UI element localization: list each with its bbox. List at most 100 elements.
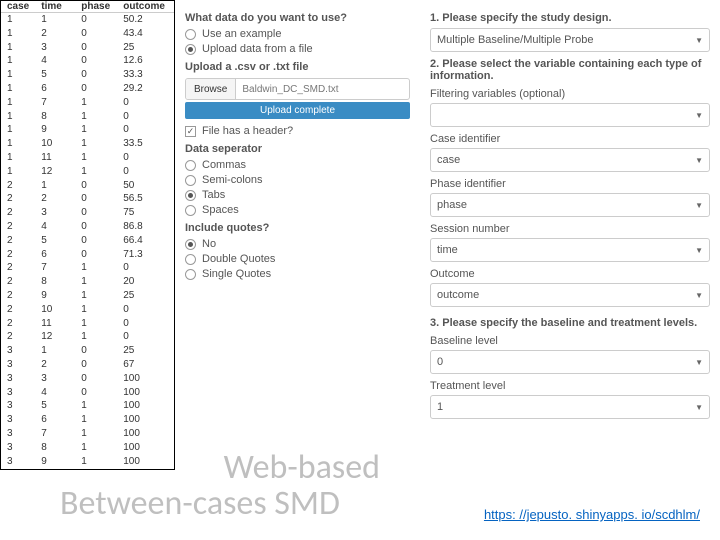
radio-label: Use an example <box>202 28 282 40</box>
table-row: 29125 <box>1 289 174 303</box>
table-row: 32067 <box>1 358 174 372</box>
radio-icon <box>185 29 196 40</box>
column-header: outcome <box>117 1 174 13</box>
select-value: Multiple Baseline/Multiple Probe <box>437 34 594 46</box>
radio-use-example[interactable]: Use an example <box>185 28 410 40</box>
variable-question: 2. Please select the variable containing… <box>430 58 710 82</box>
table-row: 1810 <box>1 110 174 124</box>
table-row: 15033.3 <box>1 68 174 82</box>
study-design-question: 1. Please specify the study design. <box>430 12 710 24</box>
column-header: time <box>35 1 75 13</box>
radio-label: Semi-colons <box>202 174 263 186</box>
radio-icon <box>185 205 196 216</box>
table-row: 1910 <box>1 123 174 137</box>
radio-quotes-single[interactable]: Single Quotes <box>185 268 410 280</box>
radio-icon <box>185 175 196 186</box>
radio-sep-tabs[interactable]: Tabs <box>185 189 410 201</box>
table-row: 110133.5 <box>1 137 174 151</box>
chevron-down-icon: ▼ <box>695 358 703 367</box>
chevron-down-icon: ▼ <box>695 111 703 120</box>
slide-title: Web-based Between-cases SMD <box>60 450 380 521</box>
case-select[interactable]: case ▼ <box>430 148 710 172</box>
radio-sep-semi[interactable]: Semi-colons <box>185 174 410 186</box>
select-value: phase <box>437 199 467 211</box>
table-row: 21210 <box>1 330 174 344</box>
radio-label: Commas <box>202 159 246 171</box>
baseline-select[interactable]: 0 ▼ <box>430 350 710 374</box>
radio-label: Single Quotes <box>202 268 271 280</box>
table-row: 24086.8 <box>1 220 174 234</box>
checkbox-icon <box>185 126 196 137</box>
table-row: 340100 <box>1 386 174 400</box>
radio-icon <box>185 160 196 171</box>
table-row: 330100 <box>1 372 174 386</box>
filter-select[interactable]: ▼ <box>430 103 710 127</box>
checkbox-has-header[interactable]: File has a header? <box>185 125 410 137</box>
outcome-label: Outcome <box>430 268 710 280</box>
browse-button[interactable]: Browse <box>186 79 236 99</box>
radio-upload-file[interactable]: Upload data from a file <box>185 43 410 55</box>
table-row: 14012.6 <box>1 54 174 68</box>
select-value: 1 <box>437 401 443 413</box>
radio-sep-spaces[interactable]: Spaces <box>185 204 410 216</box>
radio-label: Upload data from a file <box>202 43 313 55</box>
radio-icon <box>185 254 196 265</box>
table-row: 28120 <box>1 275 174 289</box>
table-row: 351100 <box>1 399 174 413</box>
filter-label: Filtering variables (optional) <box>430 88 710 100</box>
radio-label: Double Quotes <box>202 253 275 265</box>
treatment-label: Treatment level <box>430 380 710 392</box>
file-name: Baldwin_DC_SMD.txt <box>236 79 409 99</box>
chevron-down-icon: ▼ <box>695 201 703 210</box>
radio-icon <box>185 269 196 280</box>
table-row: 12043.4 <box>1 27 174 41</box>
table-row: 25066.4 <box>1 234 174 248</box>
radio-quotes-double[interactable]: Double Quotes <box>185 253 410 265</box>
radio-label: No <box>202 238 216 250</box>
upload-progress: Upload complete <box>185 102 410 119</box>
treatment-select[interactable]: 1 ▼ <box>430 395 710 419</box>
column-header: phase <box>75 1 117 13</box>
radio-quotes-no[interactable]: No <box>185 238 410 250</box>
table-row: 371100 <box>1 427 174 441</box>
session-select[interactable]: time ▼ <box>430 238 710 262</box>
baseline-label: Baseline level <box>430 335 710 347</box>
upload-label: Upload a .csv or .txt file <box>185 61 410 73</box>
table-row: 11050.2 <box>1 13 174 27</box>
select-value: 0 <box>437 356 443 368</box>
table-row: 21050 <box>1 179 174 193</box>
table-row: 361100 <box>1 413 174 427</box>
table-row: 2710 <box>1 261 174 275</box>
chevron-down-icon: ▼ <box>695 403 703 412</box>
mapping-panel: 1. Please specify the study design. Mult… <box>420 0 720 540</box>
chevron-down-icon: ▼ <box>695 36 703 45</box>
levels-question: 3. Please specify the baseline and treat… <box>430 317 710 329</box>
table-row: 22056.5 <box>1 192 174 206</box>
table-row: 16029.2 <box>1 82 174 96</box>
table-row: 11210 <box>1 165 174 179</box>
outcome-select[interactable]: outcome ▼ <box>430 283 710 307</box>
separator-label: Data seperator <box>185 143 410 155</box>
select-value: case <box>437 154 460 166</box>
table-row: 26071.3 <box>1 248 174 262</box>
table-row: 21010 <box>1 303 174 317</box>
session-label: Session number <box>430 223 710 235</box>
radio-icon <box>185 190 196 201</box>
radio-sep-commas[interactable]: Commas <box>185 159 410 171</box>
table-row: 13025 <box>1 41 174 55</box>
phase-select[interactable]: phase ▼ <box>430 193 710 217</box>
table-row: 31025 <box>1 344 174 358</box>
radio-icon <box>185 44 196 55</box>
column-header: case <box>1 1 35 13</box>
file-input[interactable]: Browse Baldwin_DC_SMD.txt <box>185 78 410 100</box>
chevron-down-icon: ▼ <box>695 291 703 300</box>
data-table: casetimephaseoutcome 11050.212043.413025… <box>0 0 175 470</box>
data-source-question: What data do you want to use? <box>185 12 410 24</box>
select-value: time <box>437 244 458 256</box>
select-value: outcome <box>437 289 479 301</box>
study-design-select[interactable]: Multiple Baseline/Multiple Probe ▼ <box>430 28 710 52</box>
radio-label: Spaces <box>202 204 239 216</box>
quotes-label: Include quotes? <box>185 222 410 234</box>
app-url-link[interactable]: https: //jepusto. shinyapps. io/scdhlm/ <box>484 507 700 522</box>
radio-label: Tabs <box>202 189 225 201</box>
